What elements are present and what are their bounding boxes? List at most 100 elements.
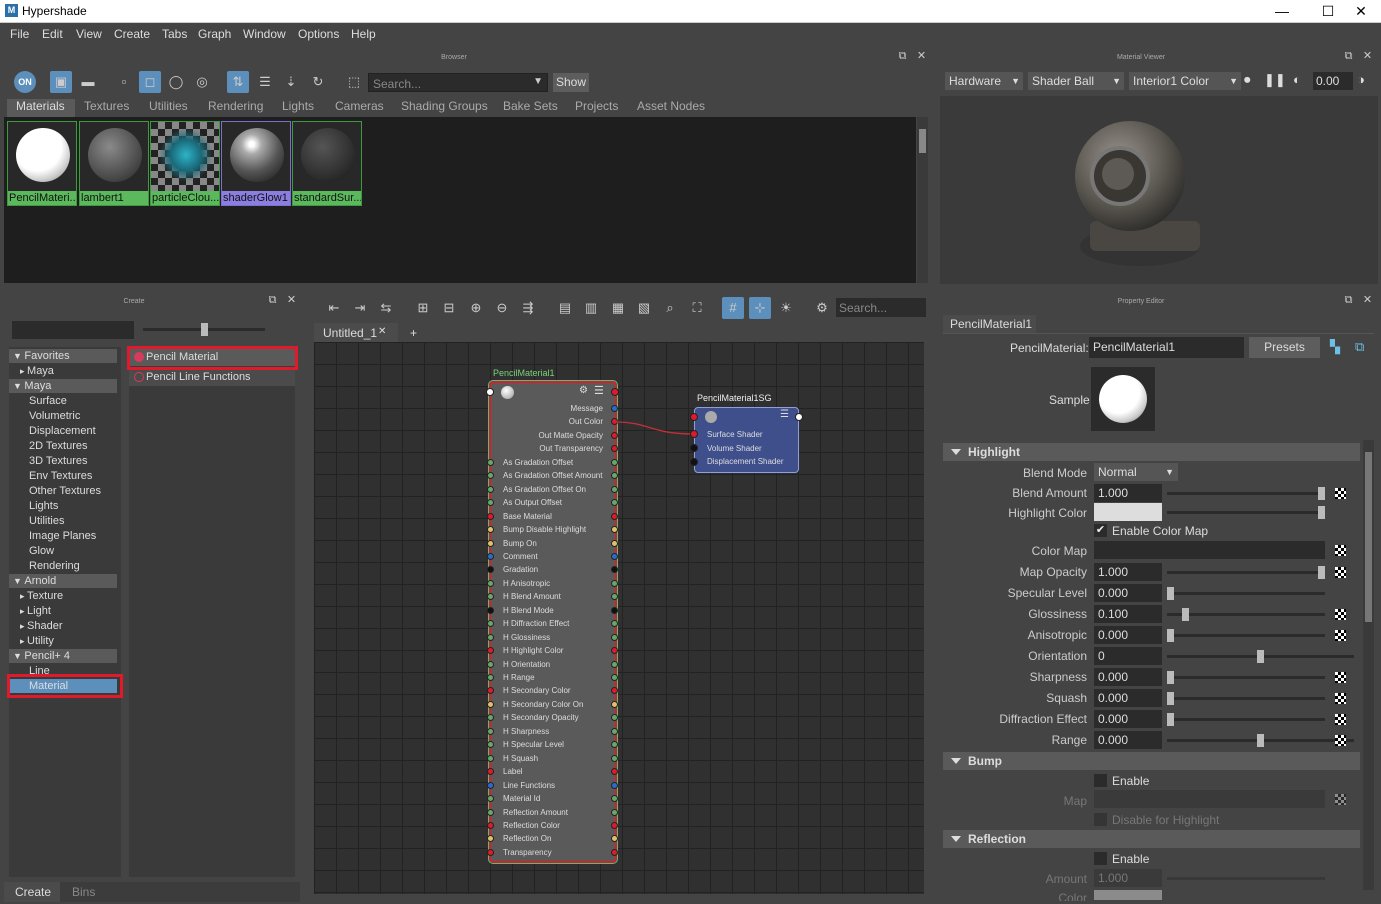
tree-item-displacement[interactable]: Displacement xyxy=(9,424,117,438)
node-output-port[interactable] xyxy=(611,754,618,762)
node-input-port[interactable] xyxy=(487,821,494,829)
swatch-pencilmaterial[interactable]: PencilMateri... xyxy=(7,121,77,206)
menu-view[interactable]: View xyxy=(76,27,102,41)
tab-shading-groups[interactable]: Shading Groups xyxy=(401,99,488,113)
chevron-down-icon[interactable]: ▼ xyxy=(533,76,543,87)
frame-icon[interactable]: ⛶ xyxy=(686,297,708,319)
collapsed-arrow-icon[interactable]: ▸ xyxy=(20,606,27,616)
sg-displacement-port[interactable] xyxy=(690,458,698,466)
tab-materials[interactable]: Materials xyxy=(16,99,65,113)
map-checker-icon[interactable] xyxy=(1335,714,1346,725)
gear-icon[interactable]: ⚙ xyxy=(579,385,588,396)
node-output-port[interactable] xyxy=(611,579,618,587)
tab-bins[interactable]: Bins xyxy=(72,885,95,899)
range-field[interactable]: 0.000 xyxy=(1094,731,1162,749)
input-connections-icon[interactable]: ⇤ xyxy=(323,297,345,319)
map-checker-icon[interactable] xyxy=(1335,488,1346,499)
node-output-port[interactable] xyxy=(611,552,618,560)
medium-swatch-icon[interactable]: ◻ xyxy=(139,71,161,93)
tree-item-env-textures[interactable]: Env Textures xyxy=(9,469,117,483)
tab-rendering[interactable]: Rendering xyxy=(208,99,263,113)
show-button[interactable]: Show xyxy=(553,73,589,92)
close-tab-icon[interactable]: ✕ xyxy=(378,326,386,337)
slider-thumb[interactable] xyxy=(201,323,208,336)
tab-utilities[interactable]: Utilities xyxy=(149,99,188,113)
tree-item-maya[interactable]: ▸ Maya xyxy=(9,364,117,378)
specular-level-field[interactable]: 0.000 xyxy=(1094,584,1162,602)
list-view-icon[interactable]: ▬ xyxy=(77,71,99,93)
node-input-port[interactable] xyxy=(487,660,494,668)
graph-search-input[interactable]: Search... xyxy=(836,298,926,317)
close-panel-icon[interactable]: ✕ xyxy=(1361,294,1374,307)
refresh-icon[interactable]: ↻ xyxy=(307,71,329,93)
map-opacity-slider-thumb[interactable] xyxy=(1318,566,1325,579)
squash-slider[interactable] xyxy=(1167,697,1325,700)
diffraction-effect-slider[interactable] xyxy=(1167,718,1325,721)
range-slider-thumb[interactable] xyxy=(1257,734,1264,747)
diffraction-effect-slider-thumb[interactable] xyxy=(1167,713,1174,726)
clear-graph-icon[interactable]: ⊟ xyxy=(438,297,460,319)
tree-item-utility[interactable]: ▸ Utility xyxy=(9,634,117,648)
glossiness-slider[interactable] xyxy=(1167,613,1325,616)
node-input-port[interactable] xyxy=(487,512,494,520)
blend-amount-field[interactable]: 1.000 xyxy=(1094,484,1162,502)
expand-arrow-icon[interactable]: ▼ xyxy=(13,381,24,391)
node-output-port[interactable] xyxy=(611,674,618,681)
anisotropic-field[interactable]: 0.000 xyxy=(1094,626,1162,644)
node-output-port[interactable] xyxy=(611,848,618,856)
enable-color-map-checkbox[interactable]: ✔ xyxy=(1094,524,1107,537)
swatch-size-slider[interactable] xyxy=(143,323,265,336)
map-opacity-field[interactable]: 1.000 xyxy=(1094,563,1162,581)
float-panel-icon[interactable]: ⧉ xyxy=(1342,294,1355,307)
menu-help[interactable]: Help xyxy=(351,27,376,41)
sg-volume-port[interactable] xyxy=(690,444,698,452)
menu-icon[interactable]: ☰ xyxy=(780,409,789,420)
close-panel-icon[interactable]: ✕ xyxy=(915,50,928,63)
tree-item-maya[interactable]: ▼ Maya xyxy=(9,379,117,393)
map-checker-icon[interactable] xyxy=(1335,630,1346,641)
node-output-port[interactable] xyxy=(611,821,618,829)
browser-scrollbar[interactable] xyxy=(917,117,928,283)
simple-mode-icon[interactable]: ▤ xyxy=(554,297,576,319)
pe-scrollbar[interactable] xyxy=(1363,440,1374,890)
node-shading-group[interactable]: ☰ Surface Shader Volume Shader Displacem… xyxy=(694,407,799,473)
node-input-port[interactable] xyxy=(487,526,494,534)
expand-arrow-icon[interactable]: ▼ xyxy=(13,651,24,661)
float-panel-icon[interactable]: ⧉ xyxy=(266,294,279,307)
remove-selected-icon[interactable]: ⊖ xyxy=(491,297,513,319)
node-input-port[interactable] xyxy=(487,552,494,560)
node-output-port[interactable] xyxy=(611,795,618,803)
collapsed-arrow-icon[interactable]: ▸ xyxy=(20,636,27,646)
glossiness-field[interactable]: 0.100 xyxy=(1094,605,1162,623)
connected-mode-icon[interactable]: ▥ xyxy=(580,297,602,319)
node-input-port[interactable] xyxy=(487,458,494,466)
highlight-color-slider[interactable] xyxy=(1167,511,1325,514)
sort-alpha-icon[interactable]: ⇅ xyxy=(227,71,249,93)
squash-slider-thumb[interactable] xyxy=(1167,692,1174,705)
node-output-port[interactable] xyxy=(611,781,618,789)
node-output-port[interactable] xyxy=(611,526,618,534)
tree-item-image-planes[interactable]: Image Planes xyxy=(9,529,117,543)
node-input-port[interactable] xyxy=(487,795,494,803)
tab-projects[interactable]: Projects xyxy=(575,99,618,113)
close-panel-icon[interactable]: ✕ xyxy=(1361,50,1374,63)
input-output-icon[interactable]: ⇆ xyxy=(375,297,397,319)
icon-view-icon[interactable]: ▣ xyxy=(50,71,72,93)
section-bump[interactable]: Bump xyxy=(943,752,1360,770)
highlight-color-slider-thumb[interactable] xyxy=(1318,506,1325,519)
tab-asset-nodes[interactable]: Asset Nodes xyxy=(637,99,705,113)
tree-item-3d-textures[interactable]: 3D Textures xyxy=(9,454,117,468)
map-checker-icon[interactable] xyxy=(1335,735,1346,746)
expand-arrow-icon[interactable]: ▼ xyxy=(13,351,24,361)
tab-cameras[interactable]: Cameras xyxy=(335,99,384,113)
node-output-port[interactable] xyxy=(611,606,618,614)
node-output-port[interactable] xyxy=(611,388,619,396)
node-output-port[interactable] xyxy=(611,512,618,520)
render-camera-icon[interactable]: ⏺ xyxy=(1244,72,1251,88)
tree-item-rendering[interactable]: Rendering xyxy=(9,559,117,573)
node-input-port[interactable] xyxy=(487,633,494,641)
node-output-port[interactable] xyxy=(611,485,618,493)
blend-mode-dropdown[interactable]: Normal ▼ xyxy=(1094,463,1178,481)
small-swatch-icon[interactable]: ▫ xyxy=(113,71,135,93)
map-opacity-slider[interactable] xyxy=(1167,571,1325,574)
